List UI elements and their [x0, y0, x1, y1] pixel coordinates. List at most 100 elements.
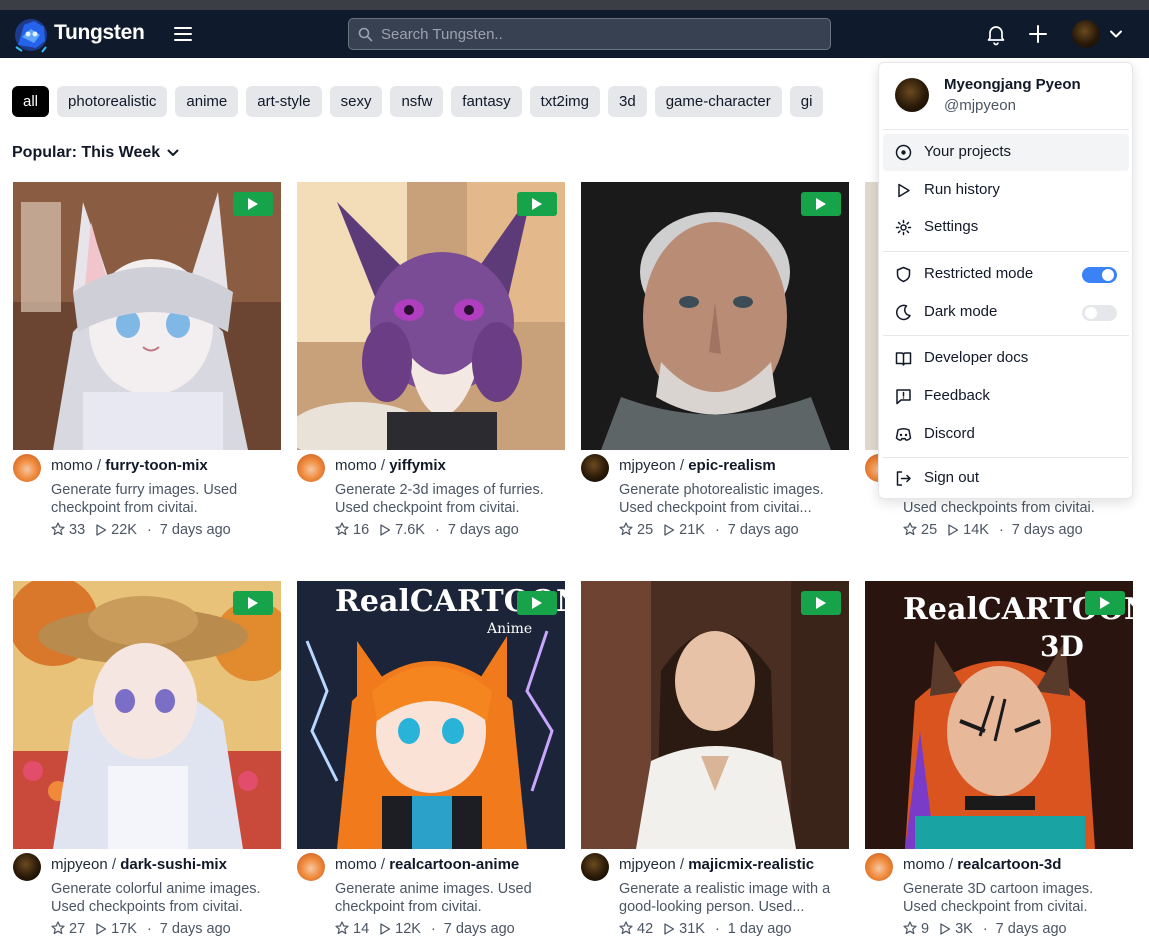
project-link[interactable]: epic-realism	[688, 457, 776, 474]
author-avatar[interactable]	[581, 454, 609, 482]
tag-sexy[interactable]: sexy	[329, 86, 383, 117]
menu-item-restricted-mode[interactable]: Restricted mode	[883, 256, 1129, 293]
hamburger-menu-icon[interactable]	[172, 24, 194, 44]
author-avatar[interactable]	[13, 853, 41, 881]
run-count-icon	[664, 524, 675, 536]
plus-icon[interactable]	[1026, 22, 1050, 46]
menu-item-dark-mode[interactable]: Dark mode	[883, 294, 1129, 331]
tag-art-style[interactable]: art-style	[246, 86, 322, 117]
author-avatar[interactable]	[13, 454, 41, 482]
project-link[interactable]: dark-sushi-mix	[120, 856, 227, 873]
star-icon[interactable]	[619, 921, 633, 935]
owner-link[interactable]: momo	[903, 856, 945, 873]
menu-item-run-history[interactable]: Run history	[883, 172, 1129, 209]
menu-item-discord[interactable]: Discord	[883, 416, 1129, 453]
model-thumbnail[interactable]	[581, 182, 849, 450]
author-avatar[interactable]	[297, 853, 325, 881]
card-stats: 25 14K · 7 days ago	[903, 522, 1083, 538]
run-button[interactable]	[801, 591, 841, 615]
card-meta: momo / furry-toon-mix Generate furry ima…	[13, 450, 281, 550]
author-avatar[interactable]	[865, 853, 893, 881]
run-button[interactable]	[233, 192, 273, 216]
tag-all[interactable]: all	[12, 86, 50, 117]
card-meta: momo / realcartoon-anime Generate anime …	[297, 849, 565, 937]
owner-link[interactable]: mjpyeon	[619, 457, 676, 474]
title-separator: /	[944, 856, 958, 873]
tag-photorealistic[interactable]: photorealistic	[57, 86, 168, 117]
project-link[interactable]: furry-toon-mix	[105, 457, 208, 474]
menu-item-label: Discord	[924, 425, 975, 442]
run-button[interactable]	[517, 192, 557, 216]
tag-fantasy[interactable]: fantasy	[451, 86, 522, 117]
title-separator: /	[92, 457, 106, 474]
bell-icon[interactable]	[984, 22, 1008, 46]
model-card: mjpyeon / epic-realism Generate photorea…	[581, 182, 849, 550]
owner-link[interactable]: mjpyeon	[619, 856, 676, 873]
card-description: Generate a realistic image with a good-l…	[619, 881, 831, 915]
star-icon[interactable]	[335, 522, 349, 536]
star-count: 42	[637, 921, 654, 937]
star-icon[interactable]	[51, 921, 65, 935]
star-icon[interactable]	[335, 921, 349, 935]
model-thumbnail[interactable]	[13, 581, 281, 849]
tag-gi[interactable]: gi	[789, 86, 824, 117]
menu-item-label: Your projects	[924, 143, 1011, 160]
search-input[interactable]	[381, 19, 821, 49]
thumbnail-image: RealCARTOON Anime	[297, 581, 565, 849]
project-link[interactable]: realcartoon-anime	[389, 856, 519, 873]
tag-txt2img[interactable]: txt2img	[529, 86, 601, 117]
project-link[interactable]: realcartoon-3d	[957, 856, 1061, 873]
menu-item-developer-docs[interactable]: Developer docs	[883, 340, 1129, 377]
sort-dropdown[interactable]: Popular: This Week	[12, 144, 180, 162]
owner-link[interactable]: momo	[335, 856, 377, 873]
user-avatar-button[interactable]	[1072, 20, 1100, 48]
tag-3d[interactable]: 3d	[608, 86, 647, 117]
menu-item-sign-out[interactable]: Sign out	[883, 460, 1129, 497]
star-icon[interactable]	[903, 921, 917, 935]
author-avatar[interactable]	[581, 853, 609, 881]
model-thumbnail[interactable]	[581, 581, 849, 849]
tag-game-character[interactable]: game-character	[654, 86, 782, 117]
brand-name[interactable]: Tungsten	[54, 21, 145, 45]
author-avatar[interactable]	[297, 454, 325, 482]
tag-nsfw[interactable]: nsfw	[390, 86, 444, 117]
separator-dot: ·	[146, 522, 152, 538]
run-button[interactable]	[1085, 591, 1125, 615]
model-thumbnail[interactable]: RealCARTOON Anime	[297, 581, 565, 849]
run-count: 7.6K	[395, 522, 425, 538]
run-count: 22K	[111, 522, 137, 538]
menu-item-feedback[interactable]: Feedback	[883, 378, 1129, 415]
star-icon[interactable]	[903, 522, 917, 536]
tag-filter-bar: all photorealistic anime art-style sexy nsfw f…	[12, 86, 872, 118]
restricted-mode-toggle[interactable]	[1082, 267, 1117, 283]
project-link[interactable]: yiffymix	[389, 457, 446, 474]
play-icon	[816, 198, 826, 210]
separator-dot: ·	[982, 921, 988, 937]
owner-link[interactable]: mjpyeon	[51, 856, 108, 873]
search-icon	[358, 27, 373, 42]
run-button[interactable]	[517, 591, 557, 615]
model-thumbnail[interactable]	[13, 182, 281, 450]
owner-link[interactable]: momo	[51, 457, 93, 474]
menu-item-your-projects[interactable]: Your projects	[883, 134, 1129, 171]
toggle-knob	[1102, 269, 1114, 281]
run-button[interactable]	[801, 192, 841, 216]
card-meta: momo / yiffymix Generate 2-3d images of …	[297, 450, 565, 550]
model-thumbnail[interactable]: RealCARTOON 3D	[865, 581, 1133, 849]
owner-link[interactable]: momo	[335, 457, 377, 474]
sign-out-icon	[896, 471, 911, 486]
title-separator: /	[107, 856, 121, 873]
dark-mode-toggle[interactable]	[1082, 305, 1117, 321]
menu-item-settings[interactable]: Settings	[883, 209, 1129, 246]
chevron-down-icon[interactable]	[1108, 26, 1124, 42]
run-button[interactable]	[233, 591, 273, 615]
run-count-icon	[96, 923, 107, 935]
model-card: momo / yiffymix Generate 2-3d images of …	[297, 182, 565, 550]
model-card: mjpyeon / dark-sushi-mix Generate colorf…	[13, 581, 281, 937]
star-icon[interactable]	[619, 522, 633, 536]
project-link[interactable]: majicmix-realistic	[688, 856, 814, 873]
tag-anime[interactable]: anime	[175, 86, 239, 117]
star-icon[interactable]	[51, 522, 65, 536]
tungsten-logo-icon[interactable]	[12, 15, 50, 53]
model-thumbnail[interactable]	[297, 182, 565, 450]
